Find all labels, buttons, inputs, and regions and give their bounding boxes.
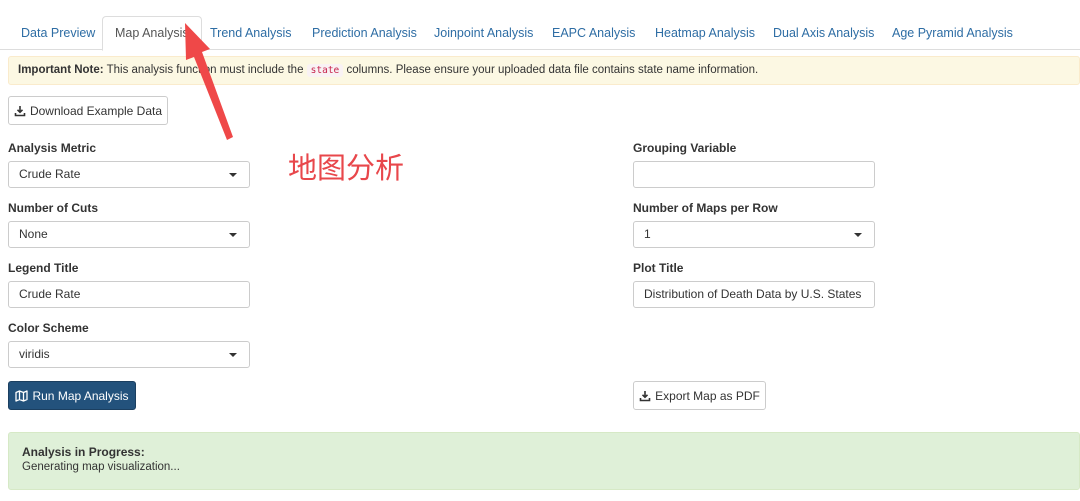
maps-per-row-label: Number of Maps per Row [633,201,778,215]
grouping-variable-label: Grouping Variable [633,141,737,155]
number-of-cuts-select[interactable]: None [8,221,250,248]
tab-joinpoint-analysis[interactable]: Joinpoint Analysis [422,17,545,50]
tab-heatmap-analysis[interactable]: Heatmap Analysis [643,17,767,50]
caret-down-icon [854,233,862,237]
grouping-variable-input[interactable] [633,161,875,188]
analysis-metric-select[interactable]: Crude Rate [8,161,250,188]
legend-title-label: Legend Title [8,261,79,275]
note-code: state [306,64,344,77]
plot-title-label: Plot Title [633,261,684,275]
important-note: Important Note: This analysis function m… [8,56,1080,85]
caret-down-icon [229,353,237,357]
note-text-after: columns. Please ensure your uploaded dat… [343,64,759,76]
map-icon [15,389,29,402]
maps-per-row-value: 1 [644,227,651,241]
annotation-text: 地图分析 [288,151,405,185]
download-icon [639,390,651,401]
tab-prediction-analysis[interactable]: Prediction Analysis [300,17,429,50]
plot-title-input[interactable]: Distribution of Death Data by U.S. State… [633,281,875,308]
tab-bar: Data Preview Map Analysis Trend Analysis… [0,0,1080,51]
run-map-analysis-button[interactable]: Run Map Analysis [8,381,136,410]
download-example-data-button[interactable]: Download Example Data [8,96,168,125]
tab-eapc-analysis[interactable]: EAPC Analysis [540,17,647,50]
download-example-data-label: Download Example Data [29,103,163,118]
status-title: Analysis in Progress: [22,445,145,459]
download-icon [14,105,26,116]
note-strong: Important Note: [18,64,104,76]
annotation-arrow-icon [185,23,233,140]
analysis-status-panel: Analysis in Progress: Generating map vis… [8,432,1080,490]
color-scheme-value: viridis [19,347,50,361]
caret-down-icon [229,173,237,177]
number-of-cuts-value: None [19,227,48,241]
number-of-cuts-label: Number of Cuts [8,201,98,215]
tab-age-pyramid-analysis[interactable]: Age Pyramid Analysis [880,17,1025,50]
tab-dual-axis-analysis[interactable]: Dual Axis Analysis [761,17,886,50]
status-message: Generating map visualization... [22,461,180,473]
legend-title-input[interactable]: Crude Rate [8,281,250,308]
analysis-metric-value: Crude Rate [19,167,81,181]
tab-data-preview[interactable]: Data Preview [9,17,107,50]
run-map-analysis-label: Run Map Analysis [32,388,129,403]
color-scheme-label: Color Scheme [8,321,89,335]
export-map-pdf-label: Export Map as PDF [655,388,760,403]
maps-per-row-select[interactable]: 1 [633,221,875,248]
color-scheme-select[interactable]: viridis [8,341,250,368]
caret-down-icon [229,233,237,237]
analysis-metric-label: Analysis Metric [8,141,97,155]
export-map-pdf-button[interactable]: Export Map as PDF [633,381,766,410]
